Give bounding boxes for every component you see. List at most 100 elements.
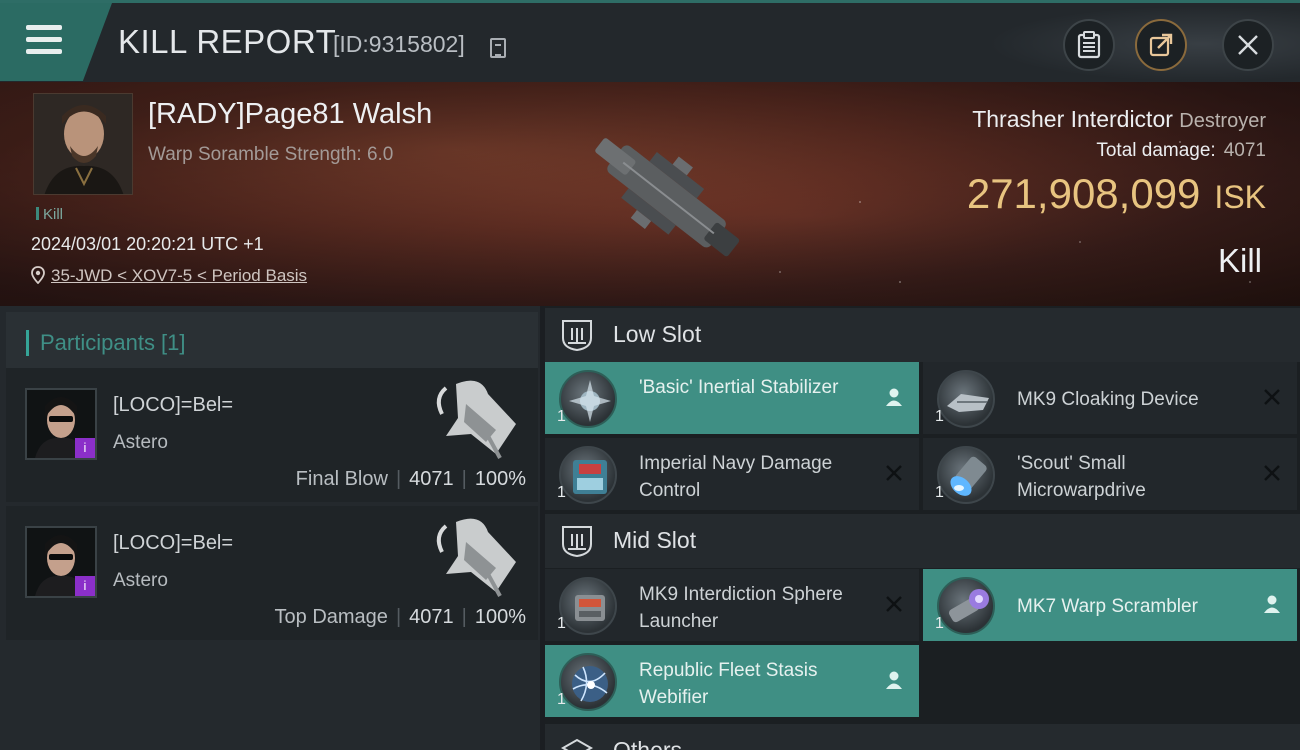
item-name: MK9 Cloaking Device — [1017, 389, 1199, 410]
mid-slot-icon — [562, 526, 592, 558]
victim-name[interactable]: [RADY]Page81 Walsh — [148, 98, 432, 131]
participant-role: Final Blow — [295, 468, 388, 490]
item-name: MK9 Interdiction Sphere Launcher — [639, 584, 843, 632]
participant-badge: i — [75, 438, 95, 458]
slot-item[interactable]: 1 MK7 Warp Scrambler — [923, 569, 1297, 641]
damage-control-icon — [559, 446, 617, 504]
participant-row[interactable]: i [LOCO]=Bel= Astero Top Damage | 4071 | 100… — [6, 506, 538, 640]
person-icon — [1264, 595, 1280, 613]
low-slot-label: Low Slot — [613, 321, 702, 347]
kill-tag: Kill — [36, 206, 63, 223]
slot-item[interactable]: 1 'Scout' Small Microwarpdrive — [923, 438, 1297, 510]
close-icon — [1238, 35, 1258, 55]
slot-item[interactable]: 1 MK9 Interdiction Sphere Launcher — [545, 569, 919, 641]
isk-value: 271,908,099 ISK — [967, 170, 1266, 218]
fitting-panel: Low Slot 1 'Basic' Inertial Stabilizer 1… — [545, 306, 1300, 750]
person-icon — [886, 671, 902, 689]
participants-header: Participants [1] — [6, 312, 538, 372]
item-quantity: 1 — [557, 484, 566, 501]
interdiction-launcher-icon — [559, 577, 617, 635]
share-icon — [1149, 33, 1173, 57]
participant-damage: 4071 — [409, 606, 454, 628]
page-title: KILL REPORT — [118, 23, 337, 60]
pilot-portrait-image — [34, 94, 132, 194]
item-name: 'Basic' Inertial Stabilizer — [639, 377, 839, 398]
mid-slot-label: Mid Slot — [613, 527, 697, 553]
low-slot-icon — [562, 320, 592, 352]
clipboard-button[interactable] — [1063, 19, 1115, 71]
participant-role: Top Damage — [274, 606, 388, 628]
destroyed-x-icon — [1264, 465, 1280, 481]
other-slot-label: Others — [613, 737, 683, 750]
participant-stats: Top Damage | 4071 | 100% — [274, 606, 526, 628]
participant-avatar[interactable]: i — [25, 388, 97, 460]
close-button[interactable] — [1222, 19, 1274, 71]
participant-percent: 100% — [474, 468, 526, 490]
warp-scrambler-icon — [937, 577, 995, 635]
isk-unit: ISK — [1214, 179, 1266, 215]
item-quantity: 1 — [557, 691, 566, 708]
copy-id-icon[interactable] — [490, 38, 506, 58]
slot-item[interactable]: 1 MK9 Cloaking Device — [923, 362, 1297, 434]
victim-banner: [RADY]Page81 Walsh Warp Soramble Strengt… — [0, 82, 1300, 306]
mid-slot-header: Mid Slot — [545, 514, 1300, 568]
top-bar: KILL REPORT [ID:9315802] — [0, 0, 1300, 85]
low-slot-header: Low Slot — [545, 308, 1300, 362]
clipboard-icon — [1077, 31, 1101, 59]
item-quantity: 1 — [935, 484, 944, 501]
header-accent-bar — [26, 330, 29, 356]
microwarpdrive-icon — [937, 446, 995, 504]
person-icon — [886, 388, 902, 406]
warp-scramble-strength: Warp Soramble Strength: 6.0 — [148, 144, 394, 165]
isk-amount: 271,908,099 — [966, 170, 1201, 217]
destroyed-x-icon — [1264, 389, 1280, 405]
victim-ship-image — [595, 138, 740, 257]
item-name: Imperial Navy Damage Control — [639, 453, 833, 501]
item-quantity: 1 — [935, 408, 944, 425]
total-damage-value: 4071 — [1223, 140, 1266, 161]
menu-icon[interactable] — [26, 25, 62, 55]
other-slot-icon — [560, 738, 594, 750]
ship-name: Thrasher Interdictor — [972, 106, 1173, 132]
destroyed-x-icon — [886, 465, 902, 481]
participants-title: Participants [1] — [40, 330, 186, 355]
kill-location[interactable]: 35-JWD < XOV7-5 < Period Basis — [31, 266, 307, 286]
item-quantity: 1 — [935, 615, 944, 632]
participant-ship-image — [436, 518, 516, 597]
item-name: MK7 Warp Scrambler — [1017, 596, 1198, 617]
victim-ship-type[interactable]: Thrasher Interdictor Destroyer — [972, 106, 1266, 133]
item-quantity: 1 — [557, 615, 566, 632]
participant-percent: 100% — [474, 606, 526, 628]
kill-datetime: 2024/03/01 20:20:21 UTC +1 — [31, 234, 264, 254]
participant-stats: Final Blow | 4071 | 100% — [295, 468, 526, 490]
slot-item[interactable]: 1 Imperial Navy Damage Control — [545, 438, 919, 510]
location-pin-icon — [31, 266, 45, 284]
slot-item[interactable]: 1 Republic Fleet Stasis Webifier — [545, 645, 919, 717]
participant-ship: Astero — [113, 570, 168, 591]
ship-class: Destroyer — [1179, 110, 1266, 132]
participant-badge: i — [75, 576, 95, 596]
location-link[interactable]: 35-JWD < XOV7-5 < Period Basis — [51, 266, 307, 285]
kill-result: Kill — [1217, 242, 1262, 279]
victim-portrait[interactable] — [33, 93, 133, 195]
destroyed-x-icon — [886, 596, 902, 612]
total-damage: Total damage: 4071 — [1096, 140, 1266, 162]
participant-row[interactable]: i [LOCO]=Bel= Astero Final Blow | 4071 | 100… — [6, 368, 538, 502]
item-name: 'Scout' Small Microwarpdrive — [1017, 453, 1146, 501]
cloaking-device-icon — [937, 370, 995, 428]
participant-name[interactable]: [LOCO]=Bel= — [113, 394, 233, 417]
participant-damage: 4071 — [409, 468, 454, 490]
menu-tab[interactable] — [0, 3, 112, 81]
participant-name[interactable]: [LOCO]=Bel= — [113, 532, 233, 555]
participant-avatar[interactable]: i — [25, 526, 97, 598]
stasis-webifier-icon — [559, 653, 617, 711]
total-damage-label: Total damage: — [1096, 140, 1216, 161]
participants-panel: Participants [1] i [LOCO]=Bel= Astero Fi… — [0, 306, 540, 750]
item-quantity: 1 — [557, 408, 566, 425]
inertial-stabilizer-icon — [559, 370, 617, 428]
participant-ship: Astero — [113, 432, 168, 453]
share-button[interactable] — [1135, 19, 1187, 71]
slot-item[interactable]: 1 'Basic' Inertial Stabilizer — [545, 362, 919, 434]
item-name: Republic Fleet Stasis Webifier — [639, 660, 818, 708]
participant-ship-image — [436, 380, 516, 459]
